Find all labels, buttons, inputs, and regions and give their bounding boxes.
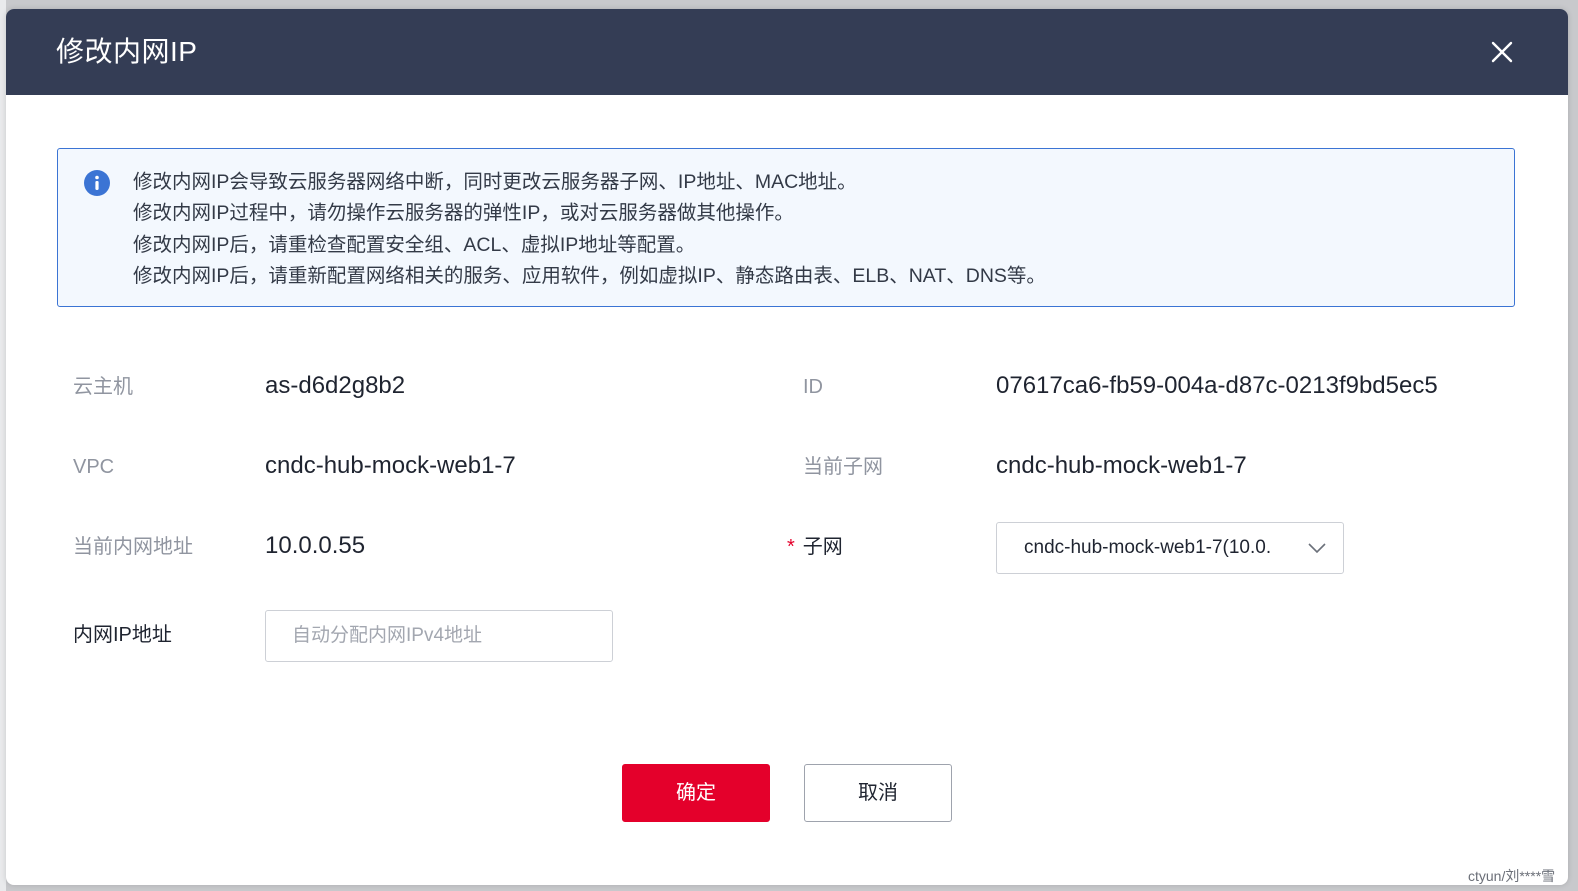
close-button[interactable]	[1484, 34, 1520, 70]
vpc-label: VPC	[73, 456, 115, 478]
subnet-selected-value: cndc-hub-mock-web1-7(10.0.	[1024, 537, 1272, 558]
ip-address-label: 内网IP地址	[73, 624, 172, 646]
current-subnet-value: cndc-hub-mock-web1-7	[996, 452, 1247, 479]
host-value: as-d6d2g8b2	[265, 372, 406, 399]
notice-text: 修改内网IP会导致云服务器网络中断，同时更改云服务器子网、IP地址、MAC地址。…	[133, 167, 1046, 292]
host-label: 云主机	[73, 376, 133, 398]
id-value: 07617ca6-fb59-004a-d87c-0213f9bd5ec5	[996, 372, 1438, 399]
warning-notice: 修改内网IP会导致云服务器网络中断，同时更改云服务器子网、IP地址、MAC地址。…	[57, 148, 1515, 307]
dialog-header: 修改内网IP	[6, 9, 1568, 95]
modify-private-ip-dialog: 修改内网IP 修改内网IP会导致云服务器网络中断，同时更改云服务器子网、IP地址…	[6, 9, 1568, 885]
confirm-button[interactable]: 确定	[622, 764, 770, 822]
notice-line: 修改内网IP会导致云服务器网络中断，同时更改云服务器子网、IP地址、MAC地址。	[133, 171, 857, 193]
close-icon	[1491, 41, 1513, 63]
current-subnet-label: 当前子网	[803, 456, 883, 478]
info-icon	[84, 170, 110, 196]
required-mark: *	[787, 536, 795, 558]
watermark: ctyun/刘****雪	[1468, 868, 1556, 884]
cancel-button[interactable]: 取消	[804, 764, 952, 822]
current-ip-value: 10.0.0.55	[265, 532, 366, 559]
chevron-down-icon	[1308, 543, 1326, 554]
notice-line: 修改内网IP后，请重新配置网络相关的服务、应用软件，例如虚拟IP、静态路由表、E…	[133, 264, 1046, 287]
notice-line: 修改内网IP过程中，请勿操作云服务器的弹性IP，或对云服务器做其他操作。	[133, 202, 794, 225]
id-label: ID	[803, 376, 823, 398]
vpc-value: cndc-hub-mock-web1-7	[265, 452, 516, 479]
subnet-select[interactable]: cndc-hub-mock-web1-7(10.0.	[996, 522, 1344, 574]
dialog-title: 修改内网IP	[56, 36, 198, 67]
ip-address-input[interactable]	[265, 610, 613, 662]
notice-line: 修改内网IP后，请重检查配置安全组、ACL、虚拟IP地址等配置。	[133, 233, 696, 256]
current-ip-label: 当前内网地址	[73, 536, 193, 558]
subnet-field-label: * 子网	[787, 533, 843, 561]
subnet-label: 子网	[802, 536, 843, 558]
